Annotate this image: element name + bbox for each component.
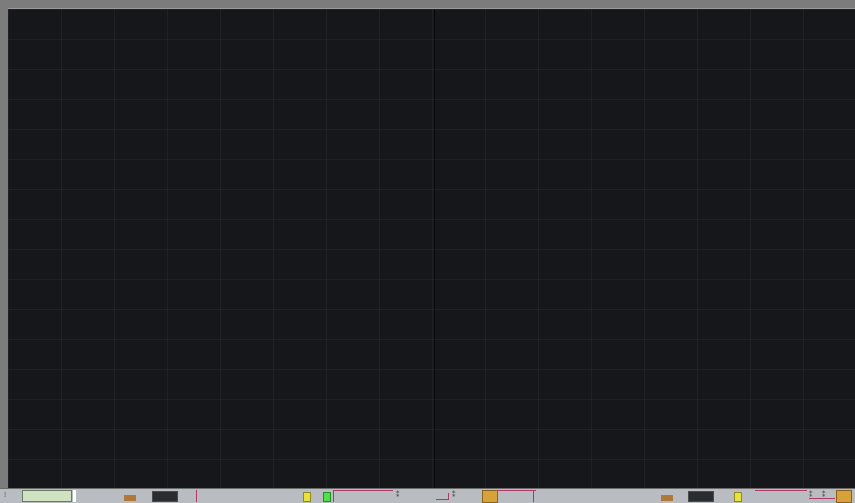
graph-overview-strip[interactable]: ⁞ ⁑ ⁑ ⁑ ⁑ <box>0 488 855 503</box>
overview-junction-icon: ⁑ <box>452 491 456 499</box>
overview-minimap-edge <box>73 490 76 502</box>
overview-wire <box>533 490 534 502</box>
overview-wire <box>448 493 449 500</box>
overview-node[interactable] <box>688 491 714 502</box>
overview-minimap-viewport[interactable] <box>22 490 72 502</box>
editor-window <box>0 0 855 502</box>
overview-wire <box>755 490 807 491</box>
overview-wire <box>498 490 536 491</box>
overview-wire <box>436 499 448 500</box>
overview-node[interactable] <box>482 490 498 503</box>
overview-wire <box>196 490 197 502</box>
overview-node[interactable] <box>323 492 331 502</box>
overview-junction-icon: ⁑ <box>822 491 826 499</box>
overview-node[interactable] <box>836 490 852 503</box>
overview-node[interactable] <box>152 491 178 502</box>
overview-node[interactable] <box>124 495 136 501</box>
overview-marker-icon: ⁞ <box>4 491 7 499</box>
overview-junction-icon: ⁑ <box>396 491 400 499</box>
overview-wire <box>333 490 393 491</box>
node-graph-canvas[interactable] <box>8 8 855 489</box>
overview-node[interactable] <box>734 492 742 502</box>
canvas-center-guide <box>434 9 435 489</box>
overview-wire <box>333 490 334 502</box>
overview-node[interactable] <box>303 492 311 502</box>
overview-node[interactable] <box>661 495 673 501</box>
